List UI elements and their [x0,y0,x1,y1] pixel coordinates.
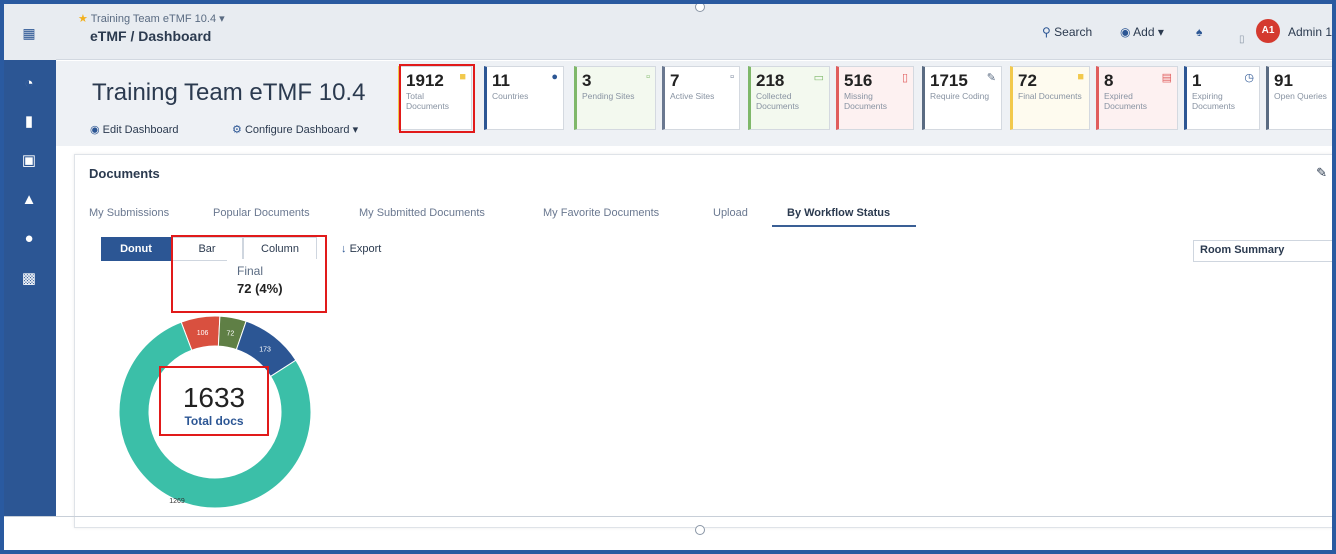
stat-countries[interactable]: 11 Countries ● [484,66,564,130]
stat-collected-documents[interactable]: 218 Collected Documents ▭ [748,66,830,130]
rail-top: ▦ [4,4,56,60]
stat-value: 91 [1274,71,1293,90]
stat-label: Expired Documents [1104,91,1147,111]
highlight-box [399,64,475,133]
tab-my-submitted-documents[interactable]: My Submitted Documents [359,207,485,219]
stat-label: Final Documents [1018,91,1082,101]
stat-expired-documents[interactable]: 8 Expired Documents ▤ [1096,66,1178,130]
chevron-down-icon: ▾ [219,13,225,25]
highlight-box [159,366,269,436]
folders-icon[interactable]: ▣ [19,151,39,171]
globe-icon: ● [551,71,558,83]
donut-slice-label: 1269 [169,498,185,505]
donut-slice-label: 72 [226,330,234,337]
donut-slice-label: 106 [197,330,209,337]
highlight-box [171,235,327,313]
clock-icon: ◷ [1244,72,1254,84]
page-title: Training Team eTMF 10.4 [92,79,366,106]
bell-icon[interactable]: ♠ [1196,25,1202,39]
stat-label: Missing Documents [844,91,887,111]
resize-handle-top[interactable] [695,4,705,12]
stat-open-queries[interactable]: 91 Open Queries [1266,66,1332,130]
stat-label: Require Coding [930,91,990,101]
inbox-icon: ▭ [813,72,824,84]
left-nav-rail: ▦ ◔ ▮ ▣ ▲ ● ▩ [4,4,56,516]
stat-label: Active Sites [670,91,715,101]
configure-dashboard-link[interactable]: ⚙ Configure Dashboard ▾ [232,123,358,136]
search-label: Search [1054,25,1093,39]
configure-dashboard-label: Configure Dashboard [244,124,350,136]
folder-icon: ■ [1077,71,1084,83]
project-name: Training Team eTMF 10.4 [90,13,217,25]
gear-icon: ⚙ [232,124,242,136]
stat-require-coding[interactable]: 1715 Require Coding ✎ [922,66,1002,130]
stat-label: Pending Sites [582,91,635,101]
plus-circle-icon: ◉ [90,124,100,136]
plus-circle-icon: ◉ [1120,25,1131,39]
add-label: Add [1133,25,1155,39]
active-tab-indicator [772,225,916,227]
bottom-divider [4,516,1332,517]
stat-value: 516 [844,71,873,90]
stat-value: 11 [492,71,510,90]
edit-icon: ✎ [986,72,996,84]
breadcrumb: eTMF / Dashboard [90,28,212,44]
app-grid-icon[interactable]: ▦ [19,23,39,43]
chevron-down-icon: ▾ [352,124,359,136]
tab-popular-documents[interactable]: Popular Documents [213,207,310,219]
stat-final-documents[interactable]: 72 Final Documents ■ [1010,66,1090,130]
search-button[interactable]: ⚲ Search [1042,25,1092,39]
top-bar: ★ Training Team eTMF 10.4 ▾ eTMF / Dashb… [56,4,1332,60]
arrow-down-icon: ↓ [341,243,347,255]
panel-title: Documents [89,166,160,181]
add-button[interactable]: ◉ Add ▾ [1120,25,1164,39]
chevron-down-icon: ▾ [1157,25,1164,39]
stat-expiring-documents[interactable]: 1 Expiring Documents ◷ [1184,66,1260,130]
document-icon[interactable]: ▮ [19,112,39,132]
stat-label: Open Queries [1274,91,1327,101]
dashboard-header: Training Team eTMF 10.4 ◉ Edit Dashboard… [56,61,1332,146]
stat-missing-documents[interactable]: 516 Missing Documents ▯ [836,66,914,130]
user-name[interactable]: Admin 1 [1288,25,1332,39]
edit-dashboard-link[interactable]: ◉ Edit Dashboard [90,123,179,136]
building-icon: ▫ [730,71,734,83]
tab-upload[interactable]: Upload [713,207,748,219]
flask-icon[interactable]: ▲ [19,190,39,210]
app-frame: ▦ ◔ ▮ ▣ ▲ ● ▩ ★ Training Team eTMF 10.4 … [0,0,1336,554]
stat-label: Collected Documents [756,91,799,111]
clipboard-icon[interactable]: ▯ [1239,34,1245,45]
avatar[interactable]: A1 [1256,19,1280,43]
user-icon[interactable]: ● [19,229,39,249]
project-selector[interactable]: ★ Training Team eTMF 10.4 ▾ [78,12,225,25]
building-icon: ▫ [646,71,650,83]
tab-my-submissions[interactable]: My Submissions [89,207,169,219]
stat-label: Expiring Documents [1192,91,1235,111]
search-icon: ⚲ [1042,25,1051,39]
pencil-icon[interactable]: ✎ [1316,165,1327,181]
copy-icon[interactable]: ▩ [19,269,39,289]
stat-pending-sites[interactable]: 3 Pending Sites ▫ [574,66,656,130]
tab-by-workflow-status[interactable]: By Workflow Status [787,207,890,219]
export-button[interactable]: ↓ Export [341,243,381,255]
documents-panel: Documents ✎ My Submissions Popular Docum… [74,154,1332,528]
stat-value: 3 [582,71,592,90]
stat-label: Countries [492,91,529,101]
chart-type-donut[interactable]: Donut [101,237,171,261]
file-icon: ▯ [901,72,908,84]
edit-dashboard-label: Edit Dashboard [102,124,179,136]
donut-slice-label: 173 [259,346,271,353]
dashboard-icon[interactable]: ◔ [19,74,39,94]
stat-value: 7 [670,71,680,90]
room-summary-select[interactable]: Room Summary [1193,240,1332,262]
calendar-icon: ▤ [1161,72,1172,84]
stat-active-sites[interactable]: 7 Active Sites ▫ [662,66,740,130]
tab-my-favorite-documents[interactable]: My Favorite Documents [543,207,659,219]
star-icon: ★ [78,13,88,25]
export-label: Export [349,243,382,255]
resize-handle-bottom[interactable] [695,525,705,535]
stat-value: 72 [1018,71,1037,90]
